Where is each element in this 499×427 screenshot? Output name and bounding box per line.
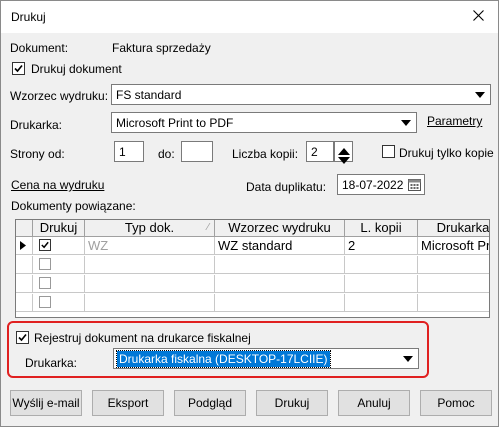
chevron-down-icon [401,351,415,366]
checkmark-icon [41,241,49,249]
print-button[interactable]: Drukuj [256,390,328,416]
table-header: Drukuj Typ dok. ⁄ Wzorzec wydruku L. kop… [16,220,489,237]
fiscal-printer-select[interactable]: Drukarka fiskalna (DESKTOP-17LCIIE) [113,348,419,369]
pages-from-input[interactable]: 1 [114,141,144,162]
copies-input[interactable]: 2 [306,141,334,162]
print-document-label: Drukuj dokument [31,62,122,76]
printer-cell[interactable] [418,275,489,293]
register-fiscal-checkbox[interactable] [16,331,29,344]
column-header[interactable]: Wzorzec wydruku [215,220,345,237]
close-icon [472,10,484,24]
pages-to-label: do: [158,147,175,161]
print-dialog: Drukuj Dokument: Faktura sprzedaży Druku… [0,0,499,427]
copies-cell[interactable] [345,256,418,274]
template-cell[interactable] [215,275,345,293]
template-cell[interactable] [215,294,345,312]
chevron-down-icon [399,115,413,130]
row-indicator-header [16,220,33,237]
type-cell [85,275,215,293]
type-cell [85,294,215,312]
sort-icon: ⁄ [207,222,209,233]
print-cell[interactable] [33,294,85,312]
copies-cell[interactable] [345,294,418,312]
pages-to-input[interactable] [181,141,213,162]
row-indicator [16,294,33,312]
printer-cell[interactable] [418,256,489,274]
printer-cell[interactable]: Microsoft Pri [418,237,489,255]
copies-spinner[interactable] [334,141,353,164]
row-indicator [16,256,33,274]
print-copy-only-label: Drukuj tylko kopie [399,146,494,160]
duplicate-date-input[interactable]: 18-07-2022 [337,174,425,195]
help-button[interactable]: Pomoc [420,390,492,416]
fiscal-printer-value: Drukarka fiskalna (DESKTOP-17LCIIE) [116,350,331,368]
template-select[interactable]: FS standard [111,84,491,105]
column-header[interactable]: Typ dok. ⁄ [85,220,215,237]
cancel-button[interactable]: Anuluj [338,390,410,416]
row-print-checkbox[interactable] [39,239,51,251]
template-cell[interactable]: WZ standard [215,237,345,255]
printer-value: Microsoft Print to PDF [116,116,234,130]
table-row[interactable] [16,275,489,293]
template-cell[interactable] [215,256,345,274]
chevron-down-icon[interactable] [338,153,350,167]
template-label: Wzorzec wydruku: [10,89,109,103]
printer-select[interactable]: Microsoft Print to PDF [111,112,417,133]
column-header[interactable]: L. kopii [345,220,418,237]
template-value: FS standard [116,88,182,102]
print-cell[interactable] [33,256,85,274]
calendar-icon[interactable] [408,178,421,194]
checkmark-icon [18,333,27,342]
column-header[interactable]: Drukuj [33,220,85,237]
document-label: Dokument: [10,41,69,55]
pages-from-value: 1 [119,145,126,159]
pages-from-label: Strony od: [10,147,65,161]
parameters-link[interactable]: Parametry [427,114,482,128]
row-indicator [16,275,33,293]
printer-cell[interactable] [418,294,489,312]
row-print-checkbox[interactable] [39,296,51,308]
table-row[interactable] [16,256,489,274]
type-cell: WZ [85,237,215,255]
copies-cell[interactable] [345,275,418,293]
register-fiscal-label: Rejestruj dokument na drukarce fiskalnej [34,331,251,345]
chevron-down-icon [473,87,487,102]
type-cell [85,256,215,274]
current-row-icon [16,237,33,255]
price-on-print-link[interactable]: Cena na wydruku [11,178,104,192]
printer-label: Drukarka: [10,118,63,132]
related-documents-table[interactable]: Drukuj Typ dok. ⁄ Wzorzec wydruku L. kop… [15,219,490,318]
table-row[interactable]: WZ WZ standard 2 Microsoft Pri [16,237,489,255]
export-button[interactable]: Eksport [92,390,164,416]
window-title: Drukuj [11,10,46,24]
send-email-button[interactable]: Wyślij e-mail [10,390,82,416]
copies-value: 2 [311,145,318,159]
preview-button[interactable]: Podgląd [174,390,246,416]
print-document-checkbox[interactable] [12,62,25,75]
print-copy-only-checkbox[interactable] [382,145,395,158]
print-cell[interactable] [33,275,85,293]
title-bar: Drukuj [1,1,498,33]
fiscal-printer-label: Drukarka: [25,356,78,370]
duplicate-date-label: Data duplikatu: [246,180,327,194]
close-button[interactable] [464,3,492,31]
related-documents-label: Dokumenty powiązane: [11,199,136,213]
table-row[interactable] [16,294,489,312]
print-cell[interactable] [33,237,85,255]
duplicate-date-value: 18-07-2022 [342,178,404,192]
row-print-checkbox[interactable] [39,277,51,289]
column-header[interactable]: Drukarka [418,220,489,237]
checkmark-icon [14,64,23,73]
column-header-label: Typ dok. [124,220,175,235]
copies-label: Liczba kopii: [232,147,299,161]
row-print-checkbox[interactable] [39,258,51,270]
copies-cell[interactable]: 2 [345,237,418,255]
document-type: Faktura sprzedaży [112,41,211,55]
